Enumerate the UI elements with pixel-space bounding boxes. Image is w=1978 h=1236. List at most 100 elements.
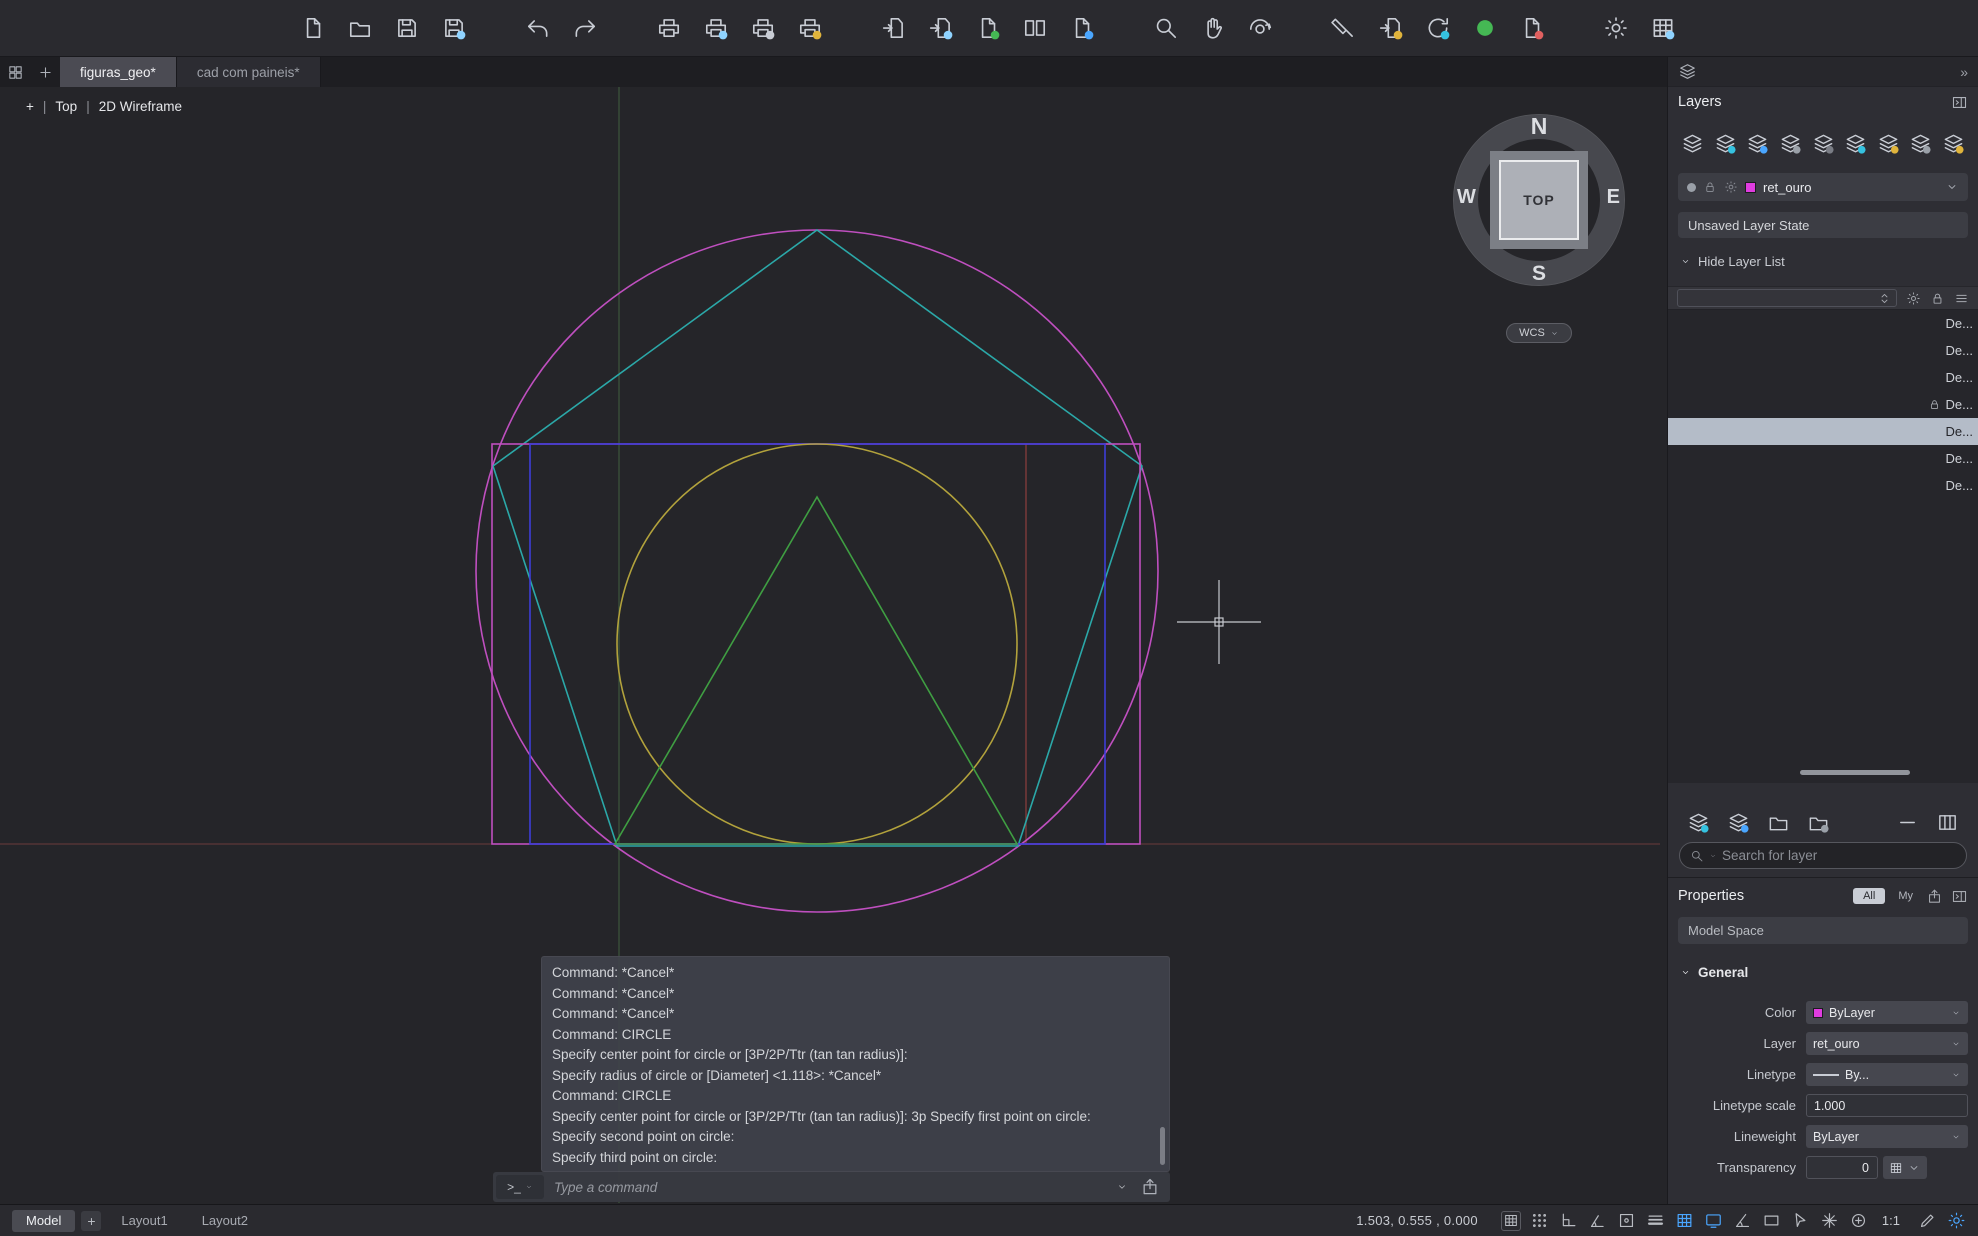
new-file-icon[interactable] — [300, 15, 326, 41]
quick-select-icon[interactable] — [1926, 888, 1943, 905]
viewport-visual-style-button[interactable]: 2D Wireframe — [99, 99, 182, 114]
dynamic-input-icon[interactable] — [1733, 1211, 1753, 1231]
new-layer-frozen-icon[interactable] — [1727, 811, 1750, 834]
external-reference-icon[interactable] — [928, 15, 954, 41]
selection-mode-icon[interactable] — [1791, 1211, 1811, 1231]
match-properties-icon[interactable] — [1331, 15, 1357, 41]
new-group-filter-icon[interactable] — [1767, 811, 1790, 834]
redo-icon[interactable] — [572, 15, 598, 41]
layer-freeze-sun-icon[interactable] — [1724, 180, 1738, 194]
space-selector[interactable]: Model Space — [1678, 917, 1968, 944]
layer-lock-icon[interactable] — [1877, 132, 1900, 155]
general-section-header[interactable]: General — [1680, 961, 1748, 983]
annotation-auto-scale-icon[interactable] — [1917, 1211, 1937, 1231]
viewport-grid-settings-icon[interactable] — [1650, 15, 1676, 41]
layer-thaw-icon[interactable] — [1779, 132, 1802, 155]
etransmit-icon[interactable] — [1069, 15, 1095, 41]
layer-properties-icon[interactable] — [1681, 132, 1704, 155]
property-value-linetype-scale[interactable]: 1.000 — [1806, 1094, 1968, 1117]
layer-list-horizontal-scrollbar[interactable] — [1800, 770, 1910, 775]
ortho-mode-icon[interactable] — [1559, 1211, 1579, 1231]
command-input-row[interactable]: >_ Type a command — [493, 1172, 1170, 1202]
layer-unlock-icon[interactable] — [1909, 132, 1932, 155]
command-prompt[interactable]: >_ — [496, 1175, 544, 1199]
new-property-filter-icon[interactable] — [1807, 811, 1830, 834]
layer-row[interactable]: De... — [1668, 472, 1978, 499]
header-visibility-icon[interactable] — [1906, 291, 1921, 306]
orbit-icon[interactable] — [1247, 15, 1273, 41]
properties-filter-my[interactable]: My — [1893, 888, 1918, 904]
snap-mode-icon[interactable] — [1530, 1211, 1550, 1231]
new-layer-icon[interactable] — [1687, 811, 1710, 834]
clean-screen-icon[interactable] — [1704, 1211, 1724, 1231]
inscribed-circle-yellow[interactable] — [617, 444, 1017, 844]
new-drawing-tab-button[interactable] — [30, 57, 60, 87]
drawing-tab[interactable]: cad com paineis* — [177, 57, 321, 87]
tool-settings-icon[interactable] — [1603, 15, 1629, 41]
pentagon-cyan[interactable] — [493, 230, 1142, 846]
plot-icon[interactable] — [656, 15, 682, 41]
status-settings-icon[interactable] — [1946, 1211, 1966, 1231]
drawing-canvas[interactable]: + | Top | 2D Wireframe N S W E TOP WCS C… — [0, 87, 1667, 1204]
layer-freeze-icon[interactable] — [1746, 132, 1769, 155]
attach-image-icon[interactable] — [975, 15, 1001, 41]
add-layout-button[interactable]: + — [81, 1211, 101, 1231]
properties-filter-all[interactable]: All — [1853, 888, 1885, 904]
property-value-layer[interactable]: ret_ouro — [1806, 1032, 1968, 1055]
layer-row[interactable]: De... — [1668, 337, 1978, 364]
grid-display-icon[interactable] — [1501, 1211, 1521, 1231]
page-setup-icon[interactable] — [797, 15, 823, 41]
layout-tab-layout2[interactable]: Layout2 — [188, 1210, 262, 1232]
list-columns-icon[interactable] — [1936, 811, 1959, 834]
dynamic-ucs-icon[interactable] — [1849, 1211, 1869, 1231]
layer-row[interactable]: De... — [1668, 364, 1978, 391]
compass-north-label[interactable]: N — [1454, 113, 1624, 140]
property-value-lineweight[interactable]: ByLayer — [1806, 1125, 1968, 1148]
3d-object-snap-icon[interactable] — [1820, 1211, 1840, 1231]
layer-row[interactable]: De... — [1668, 445, 1978, 472]
property-value-color[interactable]: ByLayer — [1806, 1001, 1968, 1024]
layer-row[interactable]: De... — [1668, 391, 1978, 418]
polar-tracking-icon[interactable] — [1588, 1211, 1608, 1231]
save-icon[interactable] — [394, 15, 420, 41]
layer-state-dropdown[interactable]: Unsaved Layer State — [1678, 212, 1968, 238]
reload-references-icon[interactable] — [1425, 15, 1451, 41]
zoom-window-icon[interactable] — [1153, 15, 1179, 41]
view-cube[interactable]: N S W E TOP — [1454, 115, 1624, 285]
show-lineweight-icon[interactable] — [1646, 1211, 1666, 1231]
transparency-value-input[interactable]: 0 — [1806, 1156, 1878, 1179]
file-tabs-overview-icon[interactable] — [0, 57, 30, 87]
panel-dock-icon[interactable] — [1951, 94, 1968, 111]
layer-states-icon[interactable] — [1942, 132, 1965, 155]
outer-circle-magenta[interactable] — [476, 230, 1158, 912]
insert-block-icon[interactable] — [881, 15, 907, 41]
save-as-icon[interactable] — [441, 15, 467, 41]
layout-tab-layout1[interactable]: Layout1 — [107, 1210, 181, 1232]
wcs-selector[interactable]: WCS — [1506, 323, 1572, 343]
header-menu-icon[interactable] — [1954, 291, 1969, 306]
isolate-objects-icon[interactable] — [1675, 1211, 1695, 1231]
open-icon[interactable] — [347, 15, 373, 41]
layer-isolate-icon[interactable] — [1812, 132, 1835, 155]
quick-plot-icon[interactable] — [703, 15, 729, 41]
layer-row[interactable]: De... — [1668, 418, 1978, 445]
drawing-tab[interactable]: figuras_geo* — [60, 57, 177, 87]
markup-import-icon[interactable] — [1519, 15, 1545, 41]
header-lock-icon[interactable] — [1930, 291, 1945, 306]
viewport-view-button[interactable]: Top — [55, 99, 77, 114]
remove-layer-icon[interactable] — [1896, 811, 1919, 834]
viewport-expand-button[interactable]: + — [26, 99, 34, 114]
layout-tab-model[interactable]: Model — [12, 1210, 75, 1232]
compass-south-label[interactable]: S — [1454, 262, 1624, 286]
property-value-linetype[interactable]: By... — [1806, 1063, 1968, 1086]
layer-new-icon[interactable] — [1714, 132, 1737, 155]
triangle-green[interactable] — [615, 497, 1017, 844]
layer-search-box[interactable]: Search for layer — [1679, 842, 1967, 869]
view-cube-top-face[interactable]: TOP — [1499, 160, 1579, 240]
layer-sort-dropdown[interactable] — [1677, 289, 1897, 307]
command-history-chevron[interactable] — [1116, 1181, 1128, 1193]
import-layout-icon[interactable] — [1378, 15, 1404, 41]
compass-west-label[interactable]: W — [1457, 186, 1476, 209]
transparency-picker-button[interactable] — [1883, 1156, 1927, 1179]
current-layer-color-swatch[interactable] — [1745, 182, 1756, 193]
